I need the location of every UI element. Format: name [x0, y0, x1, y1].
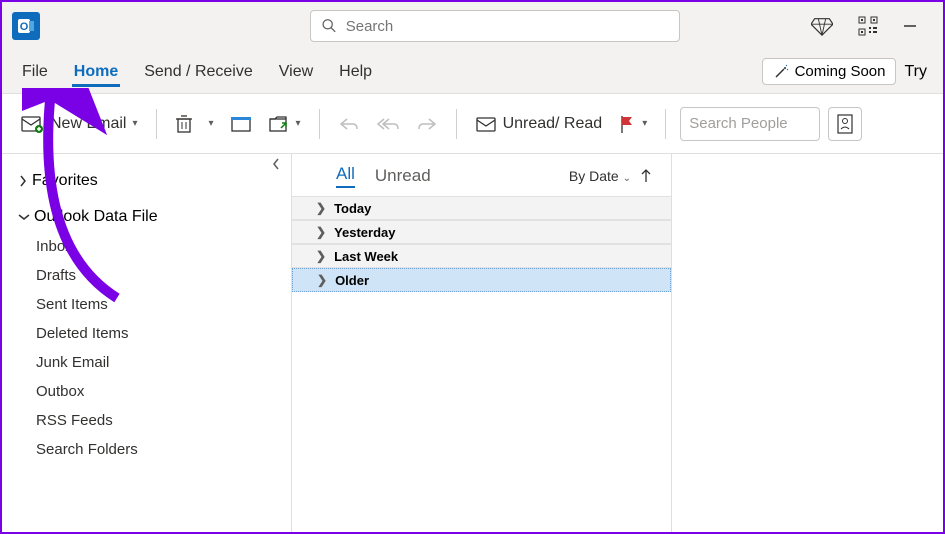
- folder-deleted-items[interactable]: Deleted Items: [36, 319, 291, 348]
- toolbar-divider: [665, 109, 666, 139]
- envelope-icon: [475, 115, 497, 133]
- group-label: Today: [334, 201, 371, 216]
- menu-file[interactable]: File: [20, 57, 50, 87]
- try-button[interactable]: Try: [904, 63, 927, 81]
- menu-send-receive[interactable]: Send / Receive: [142, 57, 255, 87]
- reply-all-button[interactable]: [368, 105, 408, 143]
- coming-soon-button[interactable]: Coming Soon: [762, 58, 897, 85]
- chevron-right-icon: [18, 175, 28, 187]
- collapse-folder-pane-button[interactable]: [271, 158, 281, 170]
- new-email-button[interactable]: New Email ▾: [12, 105, 146, 143]
- forward-button[interactable]: [408, 105, 446, 143]
- wand-icon: [773, 64, 789, 80]
- chevron-right-icon: ❯: [316, 201, 326, 215]
- group-last-week[interactable]: ❯ Last Week: [292, 244, 671, 268]
- flag-icon: [618, 114, 636, 134]
- group-label: Older: [335, 273, 369, 288]
- svg-text:O: O: [20, 21, 29, 33]
- datafile-header[interactable]: Outlook Data File: [14, 200, 291, 232]
- sort-direction-button[interactable]: [641, 169, 651, 183]
- body-area: Favorites Outlook Data File Inbox Drafts…: [2, 154, 943, 532]
- message-area: All Unread By Date ⌄ ❯ Today ❯ Yesterday…: [292, 154, 943, 532]
- chevron-down-icon: ▾: [296, 118, 301, 129]
- chevron-down-icon: ▾: [642, 118, 647, 129]
- menu-home[interactable]: Home: [72, 57, 120, 87]
- chevron-right-icon: ❯: [316, 225, 326, 239]
- ribbon-toolbar: New Email ▾ ▾ ▾ Unread/ Read: [2, 94, 943, 154]
- reading-pane: [672, 154, 943, 532]
- search-people-input[interactable]: Search People: [680, 107, 820, 141]
- tab-unread[interactable]: Unread: [375, 166, 431, 186]
- flag-button[interactable]: ▾: [610, 105, 655, 143]
- favorites-header[interactable]: Favorites: [14, 162, 291, 200]
- contact-card-icon: [836, 113, 854, 135]
- folder-inbox[interactable]: Inbox: [36, 232, 291, 261]
- chevron-down-icon: [18, 212, 30, 222]
- folder-sent-items[interactable]: Sent Items: [36, 290, 291, 319]
- search-icon: [321, 17, 338, 35]
- delete-dropdown[interactable]: ▾: [201, 105, 222, 143]
- chevron-right-icon: ❯: [316, 249, 326, 263]
- archive-button[interactable]: [222, 105, 260, 143]
- menu-view[interactable]: View: [277, 57, 315, 87]
- address-book-button[interactable]: [828, 107, 862, 141]
- search-people-placeholder: Search People: [689, 115, 787, 132]
- toolbar-divider: [319, 109, 320, 139]
- unread-read-label: Unread/ Read: [503, 115, 603, 133]
- chevron-down-icon: ⌄: [623, 173, 631, 184]
- move-to-folder-icon: [268, 115, 290, 133]
- group-older[interactable]: ❯ Older: [292, 268, 671, 292]
- delete-button[interactable]: [167, 105, 201, 143]
- window-minimize-button[interactable]: [903, 19, 933, 33]
- ribbon-tabs: File Home Send / Receive View Help Comin…: [2, 50, 943, 94]
- tab-all[interactable]: All: [336, 164, 355, 188]
- move-button[interactable]: ▾: [260, 105, 309, 143]
- trash-icon: [175, 114, 193, 134]
- global-search-input[interactable]: [346, 18, 669, 35]
- folder-outbox[interactable]: Outbox: [36, 377, 291, 406]
- new-email-label: New Email: [50, 115, 126, 133]
- group-today[interactable]: ❯ Today: [292, 196, 671, 220]
- outlook-logo-icon: O: [12, 12, 40, 40]
- arrow-up-icon: [641, 169, 651, 183]
- reply-button[interactable]: [330, 105, 368, 143]
- coming-soon-label: Coming Soon: [795, 63, 886, 80]
- toolbar-divider: [156, 109, 157, 139]
- global-search-box[interactable]: [310, 10, 680, 42]
- group-label: Last Week: [334, 249, 398, 264]
- unread-read-button[interactable]: Unread/ Read: [467, 105, 611, 143]
- folder-drafts[interactable]: Drafts: [36, 261, 291, 290]
- chevron-down-icon: ▾: [209, 118, 214, 129]
- chevron-down-icon: ▾: [132, 118, 137, 129]
- group-yesterday[interactable]: ❯ Yesterday: [292, 220, 671, 244]
- archive-icon: [230, 115, 252, 133]
- datafile-label: Outlook Data File: [34, 208, 158, 226]
- folder-search-folders[interactable]: Search Folders: [36, 435, 291, 464]
- message-filter-tabs: All Unread By Date ⌄: [292, 164, 671, 196]
- folder-pane: Favorites Outlook Data File Inbox Drafts…: [2, 154, 292, 532]
- folder-rss-feeds[interactable]: RSS Feeds: [36, 406, 291, 435]
- folder-list: Inbox Drafts Sent Items Deleted Items Ju…: [14, 232, 291, 464]
- qr-code-icon[interactable]: [857, 15, 879, 37]
- menu-help[interactable]: Help: [337, 57, 374, 87]
- new-mail-icon: [20, 114, 44, 134]
- title-bar: O: [2, 2, 943, 50]
- message-list-pane: All Unread By Date ⌄ ❯ Today ❯ Yesterday…: [292, 154, 672, 532]
- folder-junk-email[interactable]: Junk Email: [36, 348, 291, 377]
- chevron-right-icon: ❯: [317, 273, 327, 287]
- toolbar-divider: [456, 109, 457, 139]
- forward-icon: [416, 115, 438, 133]
- reply-all-icon: [376, 115, 400, 133]
- group-label: Yesterday: [334, 225, 395, 240]
- favorites-label: Favorites: [32, 172, 98, 190]
- reply-icon: [338, 115, 360, 133]
- sort-by-button[interactable]: By Date ⌄: [569, 168, 631, 184]
- chevron-left-icon: [271, 158, 281, 170]
- premium-diamond-icon[interactable]: [811, 15, 833, 37]
